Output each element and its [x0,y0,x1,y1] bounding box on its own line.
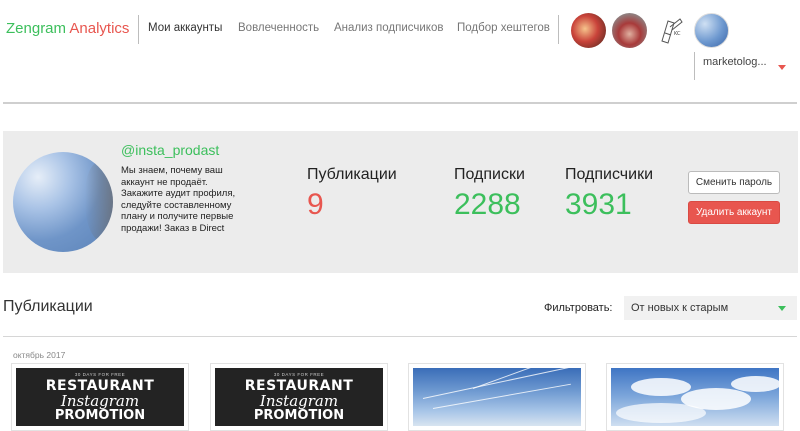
chevron-down-icon[interactable] [778,65,786,70]
nav-hashtag-selection[interactable]: Подбор хештегов [457,22,550,34]
delete-account-button[interactable]: Удалить аккаунт [688,201,780,224]
post-thumbnail[interactable] [606,363,784,431]
logo-part-green: Zengram [6,20,67,37]
post-image: 30 DAYS FOR FREE RESTAURANT Instagram PR… [16,368,184,426]
stat-value-followers: 3931 [565,188,632,221]
account-avatar-1[interactable] [571,13,606,48]
month-label: октябрь 2017 [13,350,66,360]
stat-label-posts: Публикации [307,166,397,183]
user-dropdown[interactable]: marketolog... [703,56,767,68]
stat-value-following: 2288 [454,188,521,221]
profile-bio: Мы знаем, почему ваш аккаунт не продаёт.… [121,165,236,234]
publications-rule [3,336,797,337]
filter-label: Фильтровать: [544,302,613,314]
promo-line-3: PROMOTION [54,408,146,423]
account-avatar-4[interactable] [694,13,729,48]
promo-line-2: Instagram [60,392,140,410]
stat-label-followers: Подписчики [565,166,654,183]
header-rule [3,102,797,104]
dropdown-divider [694,52,695,80]
profile-avatar [13,152,113,252]
stat-label-following: Подписки [454,166,525,183]
post-thumbnail[interactable] [408,363,586,431]
header-divider [138,15,139,44]
svg-text:KC: KC [674,31,681,37]
account-avatar-3[interactable]: KC [654,13,689,48]
sketch-icon: KC [661,18,683,44]
top-header: Zengram Analytics Мои аккаунты Вовлеченн… [0,0,800,104]
promo-small-text: 30 DAYS FOR FREE [273,372,325,377]
nav-follower-analysis[interactable]: Анализ подписчиков [334,22,443,34]
post-image [413,368,581,426]
app-logo[interactable]: Zengram Analytics [6,20,129,37]
promo-line-3: PROMOTION [253,408,345,423]
stat-value-posts: 9 [307,188,324,221]
sort-select[interactable]: От новых к старым [624,296,797,320]
publications-title: Публикации [3,298,93,315]
promo-small-text: 30 DAYS FOR FREE [74,372,126,377]
logo-part-red: Analytics [69,20,130,37]
header-divider-2 [558,15,559,44]
nav-engagement[interactable]: Вовлеченность [238,22,319,34]
chevron-down-icon[interactable] [778,306,786,311]
post-thumbnail[interactable]: 30 DAYS FOR FREE RESTAURANT Instagram PR… [210,363,388,431]
nav-my-accounts[interactable]: Мои аккаунты [148,22,222,34]
post-image [611,368,779,426]
post-thumbnail[interactable]: 30 DAYS FOR FREE RESTAURANT Instagram PR… [11,363,189,431]
promo-line-2: Instagram [259,392,339,410]
account-avatar-2[interactable] [612,13,647,48]
profile-username[interactable]: @insta_prodast [121,142,219,158]
change-password-button[interactable]: Сменить пароль [688,171,780,194]
post-image: 30 DAYS FOR FREE RESTAURANT Instagram PR… [215,368,383,426]
